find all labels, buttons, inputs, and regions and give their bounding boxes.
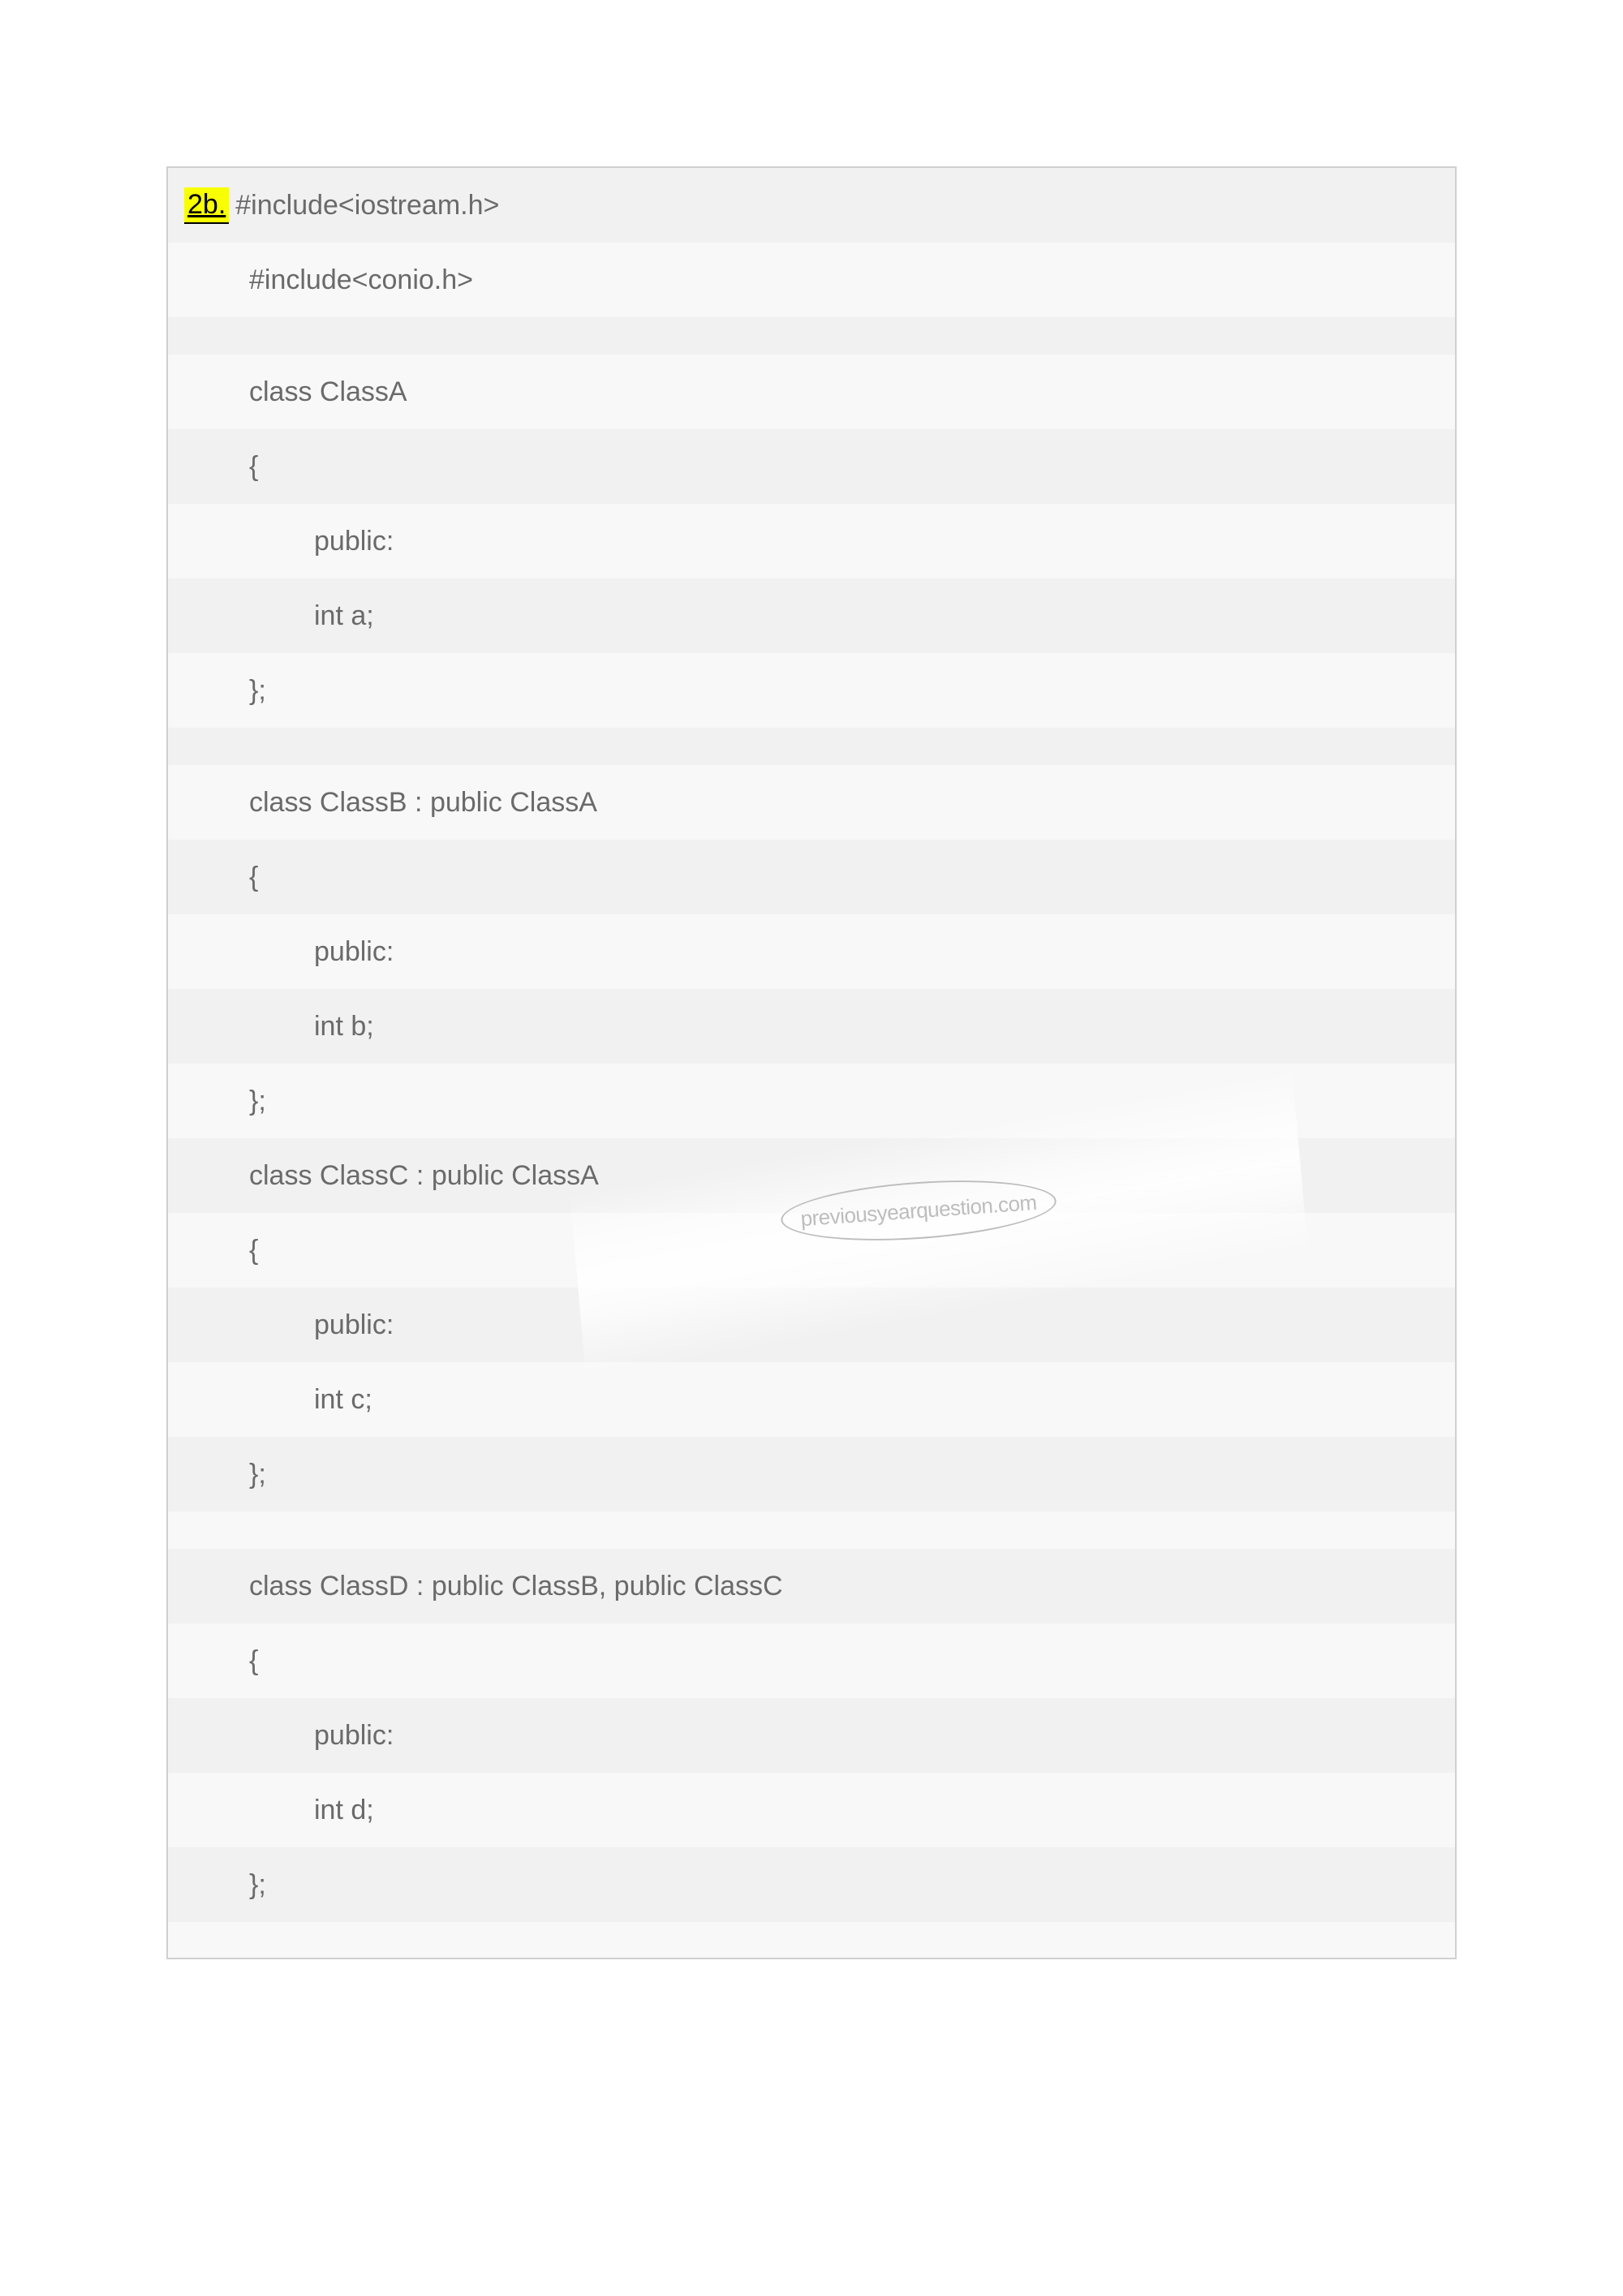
code-text: class ClassC : public ClassA bbox=[249, 1160, 599, 1192]
code-line-21: class ClassD : public ClassB, public Cla… bbox=[168, 1549, 1455, 1623]
code-line-18: int c; bbox=[168, 1362, 1455, 1437]
code-text: }; bbox=[249, 1086, 266, 1117]
code-line-blank bbox=[168, 317, 1455, 355]
code-text: }; bbox=[249, 1869, 266, 1901]
code-line-7: int a; bbox=[168, 578, 1455, 653]
code-text: }; bbox=[249, 1459, 266, 1490]
code-line-10: class ClassB : public ClassA bbox=[168, 765, 1455, 840]
code-line-17: public: bbox=[168, 1288, 1455, 1362]
code-line-5: { bbox=[168, 429, 1455, 504]
code-text: #include<conio.h> bbox=[249, 264, 473, 296]
code-text: public: bbox=[314, 1309, 394, 1341]
code-line-6: public: bbox=[168, 504, 1455, 578]
code-document: 2b. #include<iostream.h> #include<conio.… bbox=[166, 166, 1457, 1959]
code-line-11: { bbox=[168, 840, 1455, 914]
code-text: class ClassB : public ClassA bbox=[249, 787, 597, 819]
code-line-2: #include<conio.h> bbox=[168, 243, 1455, 317]
code-line-blank bbox=[168, 1511, 1455, 1549]
code-text: int a; bbox=[314, 600, 374, 632]
code-text: public: bbox=[314, 936, 394, 968]
question-label: 2b. bbox=[184, 187, 229, 224]
code-line-15: class ClassC : public ClassA bbox=[168, 1138, 1455, 1213]
code-line-13: int b; bbox=[168, 989, 1455, 1064]
code-line-12: public: bbox=[168, 914, 1455, 989]
code-text: public: bbox=[314, 1720, 394, 1752]
code-line-blank bbox=[168, 728, 1455, 765]
code-line-4: class ClassA bbox=[168, 355, 1455, 429]
code-text: class ClassD : public ClassB, public Cla… bbox=[249, 1571, 783, 1602]
code-line-23: public: bbox=[168, 1698, 1455, 1773]
code-text: { bbox=[249, 862, 258, 893]
code-line-24: int d; bbox=[168, 1773, 1455, 1847]
code-line-blank bbox=[168, 1922, 1455, 1959]
code-line-16: { bbox=[168, 1213, 1455, 1288]
code-line-25: }; bbox=[168, 1847, 1455, 1922]
code-text: { bbox=[249, 1645, 258, 1677]
code-text: #include<iostream.h> bbox=[235, 190, 499, 221]
code-line-14: }; bbox=[168, 1064, 1455, 1138]
code-line-1: 2b. #include<iostream.h> bbox=[168, 168, 1455, 243]
code-text: }; bbox=[249, 675, 266, 707]
code-text: int d; bbox=[314, 1795, 374, 1826]
code-text: int c; bbox=[314, 1384, 372, 1416]
code-text: { bbox=[249, 1235, 258, 1266]
code-text: public: bbox=[314, 526, 394, 557]
code-text: int b; bbox=[314, 1011, 374, 1043]
code-line-19: }; bbox=[168, 1437, 1455, 1511]
code-line-8: }; bbox=[168, 653, 1455, 728]
code-line-22: { bbox=[168, 1623, 1455, 1698]
code-text: { bbox=[249, 451, 258, 483]
code-text: class ClassA bbox=[249, 376, 407, 408]
